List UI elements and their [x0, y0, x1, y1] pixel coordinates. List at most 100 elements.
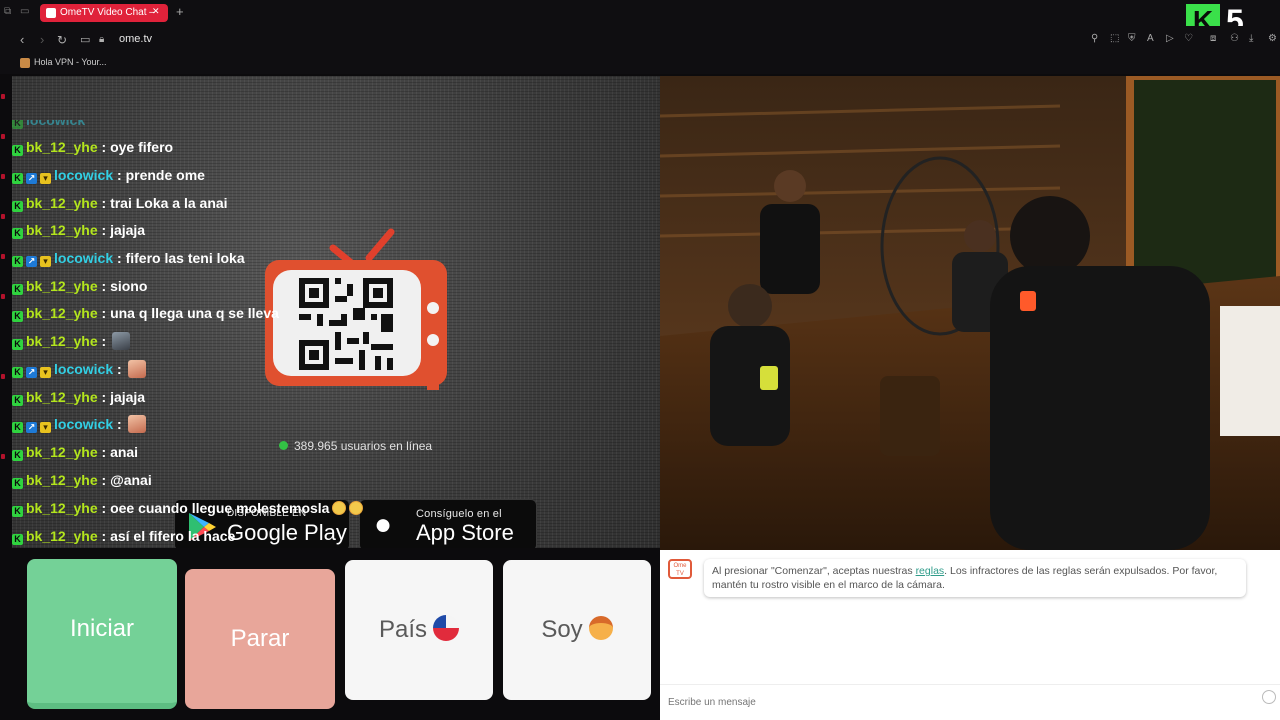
chat-message: Kbk_12_yhe : [12, 331, 131, 351]
translate-icon[interactable]: A [1147, 33, 1154, 45]
chat-username: bk_12_yhe [26, 278, 98, 294]
chat-emote-image [112, 332, 131, 350]
tab-bar: ⧉ ▭ OmeTV Video Chat – ✕ + [0, 0, 1280, 26]
verified-badge-icon: ↗ [26, 367, 37, 378]
chat-message: Kbk_12_yhe : jajaja [12, 387, 145, 407]
tongue-emoji-icon [349, 501, 364, 515]
chat-username: locowick [54, 167, 114, 183]
chat-username: bk_12_yhe [26, 139, 98, 155]
kick-badge-icon: K [12, 534, 23, 545]
chat-message: K ↗ ▾ locowick : prende ome [12, 165, 205, 185]
stream-chat-overlay: Klocowick Kbk_12_yhe : oye fifero K ↗ ▾ loc… [12, 120, 612, 550]
chat-message: Kbk_12_yhe : jajaja [12, 220, 145, 240]
address-toolbar: ‹ › ↻ ▭ 🔒︎ ome.tv ⚲ ⬚ ⛨ A ▷ ♡ ⧈ ⚇ ⤓ ⚙ [0, 26, 1280, 54]
chat-text: siono [110, 278, 148, 294]
edge-marker [1, 294, 5, 299]
chat-username: bk_12_yhe [26, 222, 98, 238]
start-button[interactable]: Iniciar [27, 559, 177, 709]
kick-badge-icon: K [12, 506, 23, 517]
message-input[interactable] [660, 684, 1280, 720]
bookmark-hola-vpn[interactable]: Hola VPN - Your... [34, 57, 107, 67]
app-root: ⧉ ▭ OmeTV Video Chat – ✕ + K 5 ‹ › ↻ ▭ 🔒… [0, 0, 1280, 720]
play-icon[interactable]: ▷ [1166, 33, 1174, 45]
chat-emote-image [127, 360, 146, 378]
subscriber-badge-icon: ▾ [40, 256, 51, 267]
lock-icon[interactable]: 🔒︎ [99, 32, 104, 48]
chat-username: bk_12_yhe [26, 472, 98, 488]
close-tab-icon[interactable]: ✕ [152, 6, 160, 16]
edge-marker [1, 134, 5, 139]
gender-button[interactable]: Soy [503, 560, 651, 700]
left-edge-strip [0, 74, 12, 720]
chat-text: prende ome [125, 167, 205, 183]
chat-username: bk_12_yhe [26, 444, 98, 460]
pin-icon[interactable]: ⚲ [1091, 33, 1098, 45]
rules-notice-text-1: Al presionar "Comenzar", aceptas nuestra… [712, 565, 916, 577]
text-chat-panel: Ome TV Al presionar "Comenzar", aceptas … [660, 550, 1280, 720]
download-icon[interactable]: ⤓ [1249, 33, 1253, 45]
heart-icon[interactable]: ♡ [1184, 33, 1193, 45]
edge-marker [1, 454, 5, 459]
verified-badge-icon: ↗ [26, 256, 37, 267]
chat-text: @anai [110, 472, 152, 488]
chat-message: Kbk_12_yhe : oee cuando llegue molestemo… [12, 498, 364, 518]
kick-badge-icon: K [12, 120, 23, 129]
url-field[interactable]: ome.tv [119, 33, 152, 45]
edge-marker [1, 254, 5, 259]
subscriber-badge-icon: ▾ [40, 422, 51, 433]
chat-message: K ↗ ▾ locowick : [12, 359, 146, 379]
country-button[interactable]: País [345, 560, 493, 700]
kick-badge-icon: K [12, 201, 23, 212]
chat-message: Kbk_12_yhe : trai Loka a la anai [12, 193, 228, 213]
kick-badge-icon: K [12, 367, 23, 378]
chat-username: bk_12_yhe [26, 195, 98, 211]
chile-flag-icon [433, 615, 460, 641]
kick-badge-icon: K [12, 145, 23, 156]
new-tab-icon[interactable]: + [176, 5, 184, 19]
chat-username: bk_12_yhe [26, 333, 98, 349]
emoji-icon[interactable] [1262, 690, 1276, 704]
extensions-icon[interactable]: ⧈ [1210, 33, 1216, 45]
chat-text: fifero las teni loka [125, 250, 245, 266]
back-icon[interactable]: ‹ [20, 32, 24, 48]
sidebar-icon[interactable]: ⧉ [4, 6, 11, 17]
chat-username: locowick [54, 250, 114, 266]
chat-text: oye fifero [110, 139, 174, 155]
workspaces-icon[interactable]: ▭ [20, 6, 29, 17]
forward-icon[interactable]: › [40, 32, 44, 48]
shield-icon[interactable]: ⛨ [1128, 33, 1136, 45]
tab-ometv[interactable]: OmeTV Video Chat – [40, 4, 168, 22]
chat-username: bk_12_yhe [26, 500, 98, 516]
camera-frame-image [660, 76, 1280, 550]
chat-message-partial: Klocowick [12, 120, 85, 130]
kick-badge-icon: K [12, 450, 23, 461]
menu-icon[interactable]: ⚙ [1268, 33, 1277, 45]
controls-area: Iniciar Parar País Soy [12, 550, 660, 720]
chat-text: trai Loka a la anai [110, 195, 228, 211]
rules-notice: Al presionar "Comenzar", aceptas nuestra… [704, 559, 1246, 597]
camera-icon[interactable]: ▭ [80, 32, 90, 48]
stop-button[interactable]: Parar [185, 569, 335, 709]
chat-username: bk_12_yhe [26, 305, 98, 321]
chat-message: Kbk_12_yhe : una q llega una q se lleva [12, 303, 279, 323]
screenshot-icon[interactable]: ⬚ [1110, 33, 1119, 45]
kick-badge-icon: K [12, 311, 23, 322]
self-camera-video [660, 76, 1280, 550]
chat-emote-image [127, 415, 146, 433]
rules-link[interactable]: reglas [916, 565, 945, 577]
chat-text: oee cuando llegue molestemosla [110, 500, 330, 516]
kick-badge-icon: K [12, 173, 23, 184]
subscriber-badge-icon: ▾ [40, 367, 51, 378]
chat-username: bk_12_yhe [26, 528, 98, 544]
boy-face-icon [588, 616, 613, 640]
profile-icon[interactable]: ⚇ [1230, 33, 1239, 45]
stop-button-label: Parar [230, 625, 290, 652]
edge-marker [1, 174, 5, 179]
kick-badge-icon: K [12, 284, 23, 295]
chat-message: Kbk_12_yhe : oye fifero [12, 137, 173, 157]
chat-text: jajaja [110, 389, 146, 405]
chat-message: Kbk_12_yhe : siono [12, 276, 147, 296]
kick-badge-icon: K [12, 422, 23, 433]
chat-message: Kbk_12_yhe : así el fifero la hace [12, 526, 235, 546]
reload-icon[interactable]: ↻ [57, 32, 67, 48]
